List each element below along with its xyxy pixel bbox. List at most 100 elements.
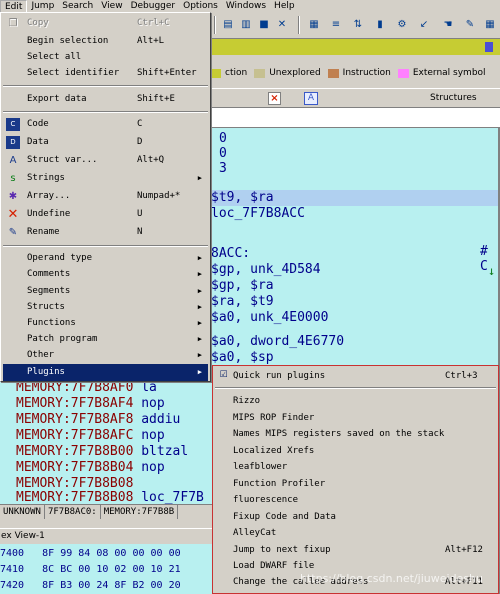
toolbar-button-list-icon[interactable]: ▤ [220, 16, 236, 32]
submenu-arrow-icon: ▶ [197, 351, 202, 359]
status-location: MEMORY:7F7B8B [101, 505, 179, 519]
menu-item-label: Rizzo [233, 396, 261, 406]
menu-item-struct-var[interactable]: A Struct var... Alt+Q [3, 152, 208, 169]
listing-operand: $t9, $ra [211, 190, 274, 205]
menu-item-export-data[interactable]: Export data Shift+E [3, 91, 208, 108]
menu-item-segments[interactable]: Segments ▶ [3, 283, 208, 300]
listing-line: $a0, unk_4E0000 [211, 310, 329, 325]
undefine-icon: ✕ [7, 207, 19, 222]
struct-var-icon: A [9, 155, 17, 166]
listing-line: 0 [219, 146, 227, 161]
menu-item-label: Undefine [27, 209, 71, 219]
data-icon: D [6, 136, 20, 149]
menu-item-label: Select identifier [27, 68, 120, 78]
menu-item-rename[interactable]: ✎ Rename N [3, 224, 208, 241]
plugin-localized-xrefs[interactable]: Localized Xrefs [215, 443, 496, 459]
memory-row: MEMORY:7F7B8B04 nop [16, 460, 165, 476]
plugin-function-profiler[interactable]: Function Profiler [215, 476, 496, 492]
toolbar-button-hand-icon[interactable]: ☚ [440, 16, 456, 32]
plugin-jump-next-fixup[interactable]: Jump to next fixup Alt+F12 [215, 542, 496, 558]
memory-address: MEMORY:7F7B8AF0 [16, 380, 134, 395]
menu-item-comments[interactable]: Comments ▶ [3, 266, 208, 283]
memory-address: MEMORY:7F7B8B08 [16, 476, 134, 491]
legend-label: ction [225, 68, 248, 78]
submenu-arrow-icon: ▶ [197, 335, 202, 343]
toolbar-button-grid-icon[interactable]: ▦ [482, 16, 498, 32]
menu-item-label: Operand type [27, 253, 93, 263]
menu-item-strings[interactable]: s Strings ▶ [3, 170, 208, 187]
menu-item-label: Plugins [27, 367, 65, 377]
tab-structures[interactable]: Structures [430, 93, 477, 103]
toolbar-button-graph-icon[interactable]: ▥ [238, 16, 254, 32]
toolbar-button-cross-icon[interactable]: ✕ [274, 16, 290, 32]
hex-row: 7410 8C BC 00 10 02 00 10 21 [0, 562, 181, 578]
toolbar-button-stop-icon[interactable]: ■ [256, 16, 272, 32]
menu-item-label: Functions [27, 318, 76, 328]
hex-address: 7400 [0, 548, 25, 559]
plugin-alleycat[interactable]: AlleyCat [215, 525, 496, 541]
menu-item-other[interactable]: Other ▶ [3, 347, 208, 364]
memory-address: MEMORY:7F7B8B04 [16, 460, 134, 475]
menu-item-label: Names MIPS registers saved on the stack [233, 429, 445, 439]
menu-item-label: Strings [27, 173, 65, 183]
menu-item-operand-type[interactable]: Operand type ▶ [3, 250, 208, 267]
memory-op: nop [141, 428, 165, 443]
menu-item-plugins[interactable]: Plugins ▶ [3, 364, 208, 381]
flow-arrow-icon: ↓ [488, 264, 496, 278]
toolbar-button-search-icon[interactable]: ✎ [462, 16, 478, 32]
strings-icon: s [10, 173, 16, 184]
listing-line: $a0, $sp [211, 350, 274, 365]
menu-item-select-all[interactable]: Select all [3, 49, 208, 66]
plugin-mips-rop-finder[interactable]: MIPS ROP Finder [215, 410, 496, 426]
menu-help[interactable]: Help [270, 0, 299, 13]
menu-item-undefine[interactable]: ✕ Undefine U [3, 206, 208, 223]
menu-windows[interactable]: Windows [222, 0, 270, 13]
menu-item-structs[interactable]: Structs ▶ [3, 299, 208, 316]
menu-item-copy[interactable]: ❐ Copy Ctrl+C [3, 15, 208, 32]
menu-item-shortcut: Ctrl+C [137, 18, 170, 28]
memory-address: MEMORY:7F7B8AF4 [16, 396, 134, 411]
menu-item-data[interactable]: D Data D [3, 134, 208, 151]
menu-item-label: fluorescence [233, 495, 299, 505]
toolbar-button-tree-icon[interactable]: ⚙ [394, 16, 410, 32]
submenu-arrow-icon: ▶ [197, 174, 202, 182]
menu-item-array[interactable]: ✱ Array... Numpad+* [3, 188, 208, 205]
plugin-leafblower[interactable]: leafblower [215, 459, 496, 475]
toolbar-button-hex-icon[interactable]: ▦ [306, 16, 322, 32]
memory-row: MEMORY:7F7B8AF0 la [16, 380, 157, 396]
structures-icon[interactable]: A [304, 92, 318, 105]
menu-item-shortcut: Numpad+* [137, 191, 181, 201]
menu-item-label: Segments [27, 286, 71, 296]
menu-item-shortcut: N [137, 227, 143, 237]
memory-op: loc_7F7B [141, 490, 204, 504]
watermark: https://blog.csdn.net/jiuweideshu [300, 572, 483, 585]
listing-line: $gp, $ra [211, 278, 274, 293]
menu-item-select-identifier[interactable]: Select identifier Shift+Enter [3, 65, 208, 82]
close-icon[interactable]: × [268, 92, 281, 105]
quick-run-icon: ☑ [219, 370, 228, 380]
plugin-rizzo[interactable]: Rizzo [215, 393, 496, 409]
menu-item-functions[interactable]: Functions ▶ [3, 315, 208, 332]
toolbar-button-arrow-icon[interactable]: ↙ [416, 16, 432, 32]
toolbar-button-sort-icon[interactable]: ⇅ [350, 16, 366, 32]
menu-item-label: Code [27, 119, 49, 129]
plugin-quick-run[interactable]: ☑ Quick run plugins Ctrl+3 [215, 368, 496, 384]
menu-item-code[interactable]: C Code C [3, 116, 208, 133]
menu-item-shortcut: Shift+Enter [137, 68, 197, 78]
plugin-names-mips-registers[interactable]: Names MIPS registers saved on the stack [215, 426, 496, 442]
plugin-fluorescence[interactable]: fluorescence [215, 492, 496, 508]
menu-item-shortcut: U [137, 209, 143, 219]
menu-item-patch-program[interactable]: Patch program ▶ [3, 331, 208, 348]
menu-item-label: Fixup Code and Data [233, 512, 336, 522]
toolbar-button-align-icon[interactable]: ≡ [328, 16, 344, 32]
menu-item-begin-selection[interactable]: Begin selection Alt+L [3, 33, 208, 50]
plugin-fixup-code-data[interactable]: Fixup Code and Data [215, 509, 496, 525]
toolbar-button-chart-icon[interactable]: ▮ [372, 16, 388, 32]
listing-line-selected[interactable]: $t9, $ra [211, 190, 499, 206]
menu-item-label: Comments [27, 269, 71, 279]
menu-item-label: Structs [27, 302, 65, 312]
menu-item-label: leafblower [233, 462, 288, 472]
memory-op: la [141, 380, 157, 395]
legend-label: Unexplored [269, 68, 321, 78]
submenu-arrow-icon: ▶ [197, 254, 202, 262]
